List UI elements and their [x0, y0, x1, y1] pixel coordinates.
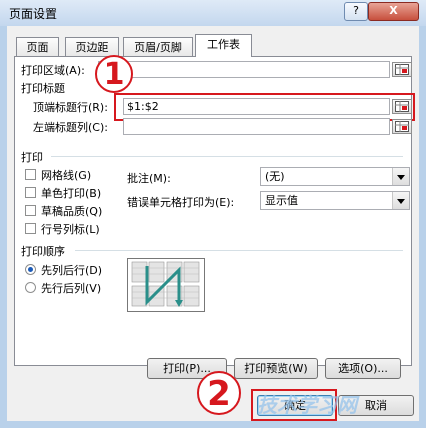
tab-header-footer[interactable]: 页眉/页脚 — [123, 37, 193, 56]
down-then-over-radio[interactable] — [25, 264, 36, 275]
cell-errors-select[interactable]: 显示值 — [260, 191, 410, 210]
over-then-down-label: 先行后列(V) — [41, 282, 102, 295]
cell-errors-value: 显示值 — [265, 194, 298, 207]
tab-page[interactable]: 页面 — [16, 37, 59, 56]
page-order-heading: 打印顺序 — [21, 245, 65, 258]
window-title: 页面设置 — [9, 7, 58, 21]
watermark: 技术学习网 — [257, 393, 357, 417]
print-titles-heading: 打印标题 — [21, 82, 65, 95]
options-button[interactable]: 选项(O)... — [325, 358, 401, 379]
tab-sheet[interactable]: 工作表 — [195, 34, 252, 57]
title-bar: 页面设置 ? X — [0, 0, 426, 26]
print-area-label: 打印区域(A): — [21, 64, 85, 77]
print-heading: 打印 — [21, 151, 43, 164]
step-1-marker: 1 — [95, 55, 133, 93]
print-preview-button[interactable]: 打印预览(W) — [234, 358, 318, 379]
help-button[interactable]: ? — [344, 2, 368, 21]
step-2-marker: 2 — [197, 371, 241, 415]
top-rows-label: 顶端标题行(R): — [33, 101, 108, 114]
draft-quality-checkbox[interactable] — [25, 205, 36, 216]
sheet-tab-panel: 打印区域(A): 打印标题 顶端标题行(R): $1:$2 左端标题列(C): … — [14, 55, 415, 366]
comments-label: 批注(M): — [127, 172, 171, 185]
comments-value: (无) — [265, 170, 285, 183]
black-white-checkbox[interactable] — [25, 187, 36, 198]
over-then-down-radio[interactable] — [25, 282, 36, 293]
close-button[interactable]: X — [368, 2, 419, 21]
draft-quality-label: 草稿品质(Q) — [41, 205, 103, 218]
chevron-down-icon — [392, 168, 409, 185]
row-col-headings-checkbox[interactable] — [25, 223, 36, 234]
left-cols-range-picker[interactable] — [392, 119, 412, 134]
row-col-headings-label: 行号列标(L) — [41, 223, 100, 236]
comments-select[interactable]: (无) — [260, 167, 410, 186]
page-order-separator — [75, 250, 403, 251]
print-separator — [51, 156, 403, 157]
page-order-preview-icon — [127, 258, 205, 312]
black-white-label: 单色打印(B) — [41, 187, 102, 200]
gridlines-label: 网格线(G) — [41, 169, 92, 182]
print-area-input[interactable] — [98, 61, 390, 78]
left-cols-input[interactable] — [123, 118, 390, 135]
tab-margins[interactable]: 页边距 — [65, 37, 119, 56]
left-cols-label: 左端标题列(C): — [33, 121, 108, 134]
print-area-range-picker[interactable] — [392, 62, 412, 77]
chevron-down-icon — [392, 192, 409, 209]
dialog-body: 页面 页边距 页眉/页脚 工作表 打印区域(A): 打印标题 顶端标题行(R):… — [7, 26, 419, 421]
range-picker-icon — [395, 64, 409, 75]
page-setup-dialog: 页面设置 ? X 页面 页边距 页眉/页脚 工作表 打印区域(A): 打印标题 … — [0, 0, 426, 428]
range-picker-icon — [395, 121, 409, 132]
down-then-over-label: 先列后行(D) — [41, 264, 103, 277]
cell-errors-label: 错误单元格打印为(E): — [127, 196, 235, 209]
gridlines-checkbox[interactable] — [25, 169, 36, 180]
highlight-top-rows — [114, 93, 415, 121]
